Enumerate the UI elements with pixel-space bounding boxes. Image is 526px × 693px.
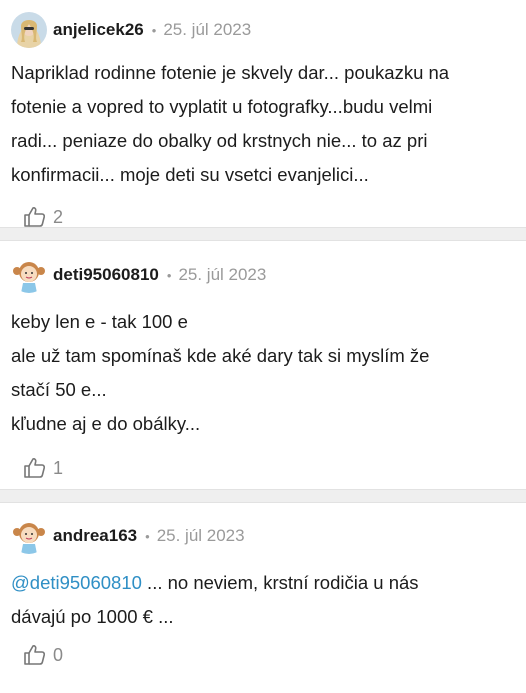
like-count: 0 bbox=[53, 644, 64, 665]
meta-separator: • bbox=[145, 528, 150, 544]
comment-text: Napriklad rodinne fotenie je skvely dar.… bbox=[11, 56, 514, 192]
user-photo-avatar-icon bbox=[11, 12, 47, 48]
thumbs-up-icon[interactable] bbox=[23, 205, 47, 229]
like-count: 2 bbox=[53, 206, 64, 227]
comment-card: deti95060810 • 25. júl 2023 keby len e -… bbox=[0, 241, 526, 489]
thumbs-up-icon[interactable] bbox=[23, 456, 47, 480]
like-control[interactable]: 1 bbox=[11, 453, 514, 483]
user-mention-link[interactable]: @deti95060810 bbox=[11, 572, 142, 593]
comment-username[interactable]: andrea163 bbox=[53, 526, 137, 546]
comment-header: anjelicek26 • 25. júl 2023 bbox=[11, 0, 514, 48]
girl-cartoon-avatar-icon bbox=[11, 518, 47, 554]
comment-line: @deti95060810 ... no neviem, krstní rodi… bbox=[11, 566, 514, 600]
meta-separator: • bbox=[166, 267, 172, 283]
comment-line-rest: ... no neviem, krstní rodičia u nás bbox=[141, 572, 419, 593]
comment-date: 25. júl 2023 bbox=[163, 20, 252, 39]
like-count: 1 bbox=[53, 457, 64, 478]
comment-line: ale už tam spomínaš kde aké dary tak si … bbox=[11, 345, 430, 366]
comment-username[interactable]: anjelicek26 bbox=[53, 20, 144, 40]
comment-header: andrea163 • 25. júl 2023 bbox=[11, 503, 514, 554]
girl-cartoon-avatar-icon bbox=[11, 257, 47, 293]
comment-username[interactable]: deti95060810 bbox=[53, 265, 159, 285]
comment-line: stačí 50 e... bbox=[11, 379, 107, 400]
comment-header: deti95060810 • 25. júl 2023 bbox=[11, 241, 514, 293]
like-control[interactable]: 2 bbox=[11, 202, 514, 232]
comment-line: Napriklad rodinne fotenie je skvely dar.… bbox=[11, 62, 450, 83]
comment-date: 25. júl 2023 bbox=[178, 265, 267, 284]
like-control[interactable]: 0 bbox=[11, 640, 514, 670]
comment-date: 25. júl 2023 bbox=[156, 526, 245, 545]
user-avatar[interactable] bbox=[11, 257, 47, 293]
comment-card: andrea163 • 25. júl 2023 @deti95060810 .… bbox=[0, 503, 526, 693]
user-avatar[interactable] bbox=[11, 518, 47, 554]
comment-text: keby len e - tak 100 e ale už tam spomín… bbox=[11, 305, 514, 441]
user-avatar[interactable] bbox=[11, 12, 47, 48]
comment-text: @deti95060810 ... no neviem, krstní rodi… bbox=[11, 566, 514, 634]
meta-separator: • bbox=[151, 22, 157, 38]
comment-divider bbox=[0, 489, 526, 503]
thumbs-up-icon[interactable] bbox=[23, 643, 47, 667]
comment-line: fotenie a vopred to vyplatit u fotografk… bbox=[11, 96, 433, 117]
comment-line: dávajú po 1000 € ... bbox=[11, 606, 174, 627]
comment-card: anjelicek26 • 25. júl 2023 Napriklad rod… bbox=[0, 0, 526, 227]
comment-line: kľudne aj e do obálky... bbox=[11, 413, 201, 434]
comment-line: keby len e - tak 100 e bbox=[11, 311, 188, 332]
comment-line: konfirmacii... moje deti su vsetci evanj… bbox=[11, 164, 369, 185]
comment-line: radi... peniaze do obalky od krstnych ni… bbox=[11, 130, 428, 151]
